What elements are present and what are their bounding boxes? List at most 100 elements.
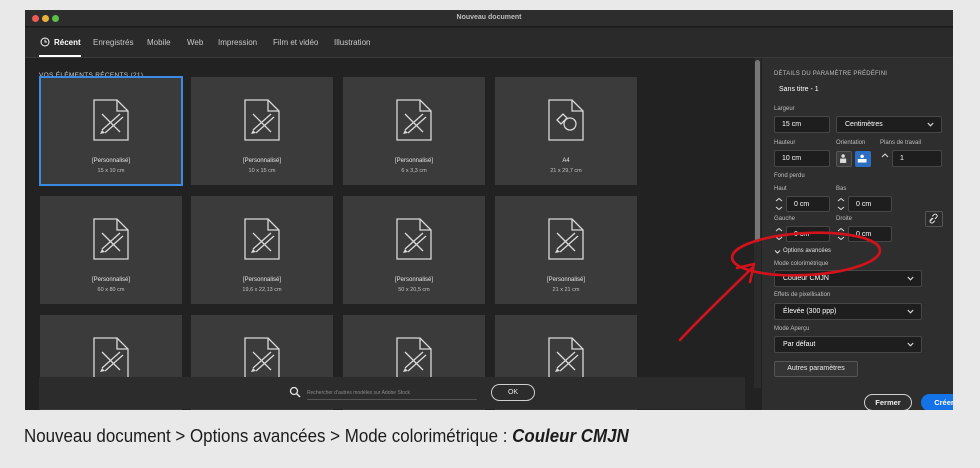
bleed-top-field[interactable]: 0 cm [786, 196, 830, 212]
custom-document-icon [244, 337, 280, 379]
stepper-arrows-icon [837, 197, 845, 211]
recent-item-name: [Personnalisé] [394, 158, 434, 164]
raster-effects-label: Effets de pixellisation [774, 292, 831, 298]
custom-document-icon [93, 99, 129, 141]
tab-mobile[interactable]: Mobile [147, 38, 171, 47]
recent-item-card[interactable]: [Personnalisé] 10 x 15 cm [191, 77, 333, 185]
bleed-top-stepper[interactable] [774, 196, 784, 212]
recent-item-size: 21 x 21 cm [552, 287, 580, 293]
custom-document-icon [244, 99, 280, 141]
recent-item-size: 50 x 20,5 cm [398, 287, 430, 293]
recent-item-name: [Personnalisé] [91, 277, 131, 283]
portrait-icon [840, 154, 847, 163]
bleed-right-stepper[interactable] [836, 226, 846, 242]
advanced-options-toggle[interactable]: Options avancées [783, 248, 831, 254]
tab-web[interactable]: Web [187, 38, 203, 47]
custom-document-icon [396, 337, 432, 379]
unit-select[interactable]: Centimètres [836, 116, 942, 133]
panel-heading: DÉTAILS DU PARAMÈTRE PRÉDÉFINI [774, 71, 888, 77]
print-document-icon [548, 99, 584, 141]
bleed-left-label: Gauche [774, 216, 796, 222]
bleed-bottom-label: Bas [836, 186, 847, 192]
stepper-arrows-icon [881, 153, 889, 158]
preset-details-panel: DÉTAILS DU PARAMÈTRE PRÉDÉFINI Sans titr… [762, 58, 953, 410]
bleed-left-stepper[interactable] [774, 226, 784, 242]
stock-search-input[interactable] [307, 386, 477, 400]
width-field[interactable]: 15 cm [774, 116, 830, 133]
recent-item-size: 15 x 10 cm [97, 168, 125, 174]
stepper-arrows-icon [837, 227, 845, 241]
color-mode-label: Mode colorimétrique [774, 261, 829, 267]
caption-emphasis: Couleur CMJN [512, 426, 629, 446]
clock-icon [40, 37, 50, 47]
search-icon [289, 386, 301, 398]
bleed-top-label: Haut [774, 186, 787, 192]
portrait-orientation-button[interactable] [836, 151, 852, 167]
link-bleed-button[interactable] [925, 211, 943, 227]
tutorial-caption: Nouveau document > Options avancées > Mo… [24, 426, 629, 447]
recent-item-size: 10 x 15 cm [248, 168, 276, 174]
chevron-down-icon [907, 276, 914, 281]
link-icon [929, 213, 938, 224]
recent-item-name: [Personnalisé] [546, 277, 586, 283]
custom-document-icon [93, 218, 129, 260]
chevron-down-icon [927, 122, 934, 127]
stepper-arrows-icon [775, 227, 783, 241]
landscape-icon [857, 154, 867, 163]
create-button[interactable]: Créer [921, 394, 953, 410]
height-field[interactable]: 10 cm [774, 150, 830, 167]
custom-document-icon [93, 337, 129, 379]
custom-document-icon [548, 218, 584, 260]
artboards-stepper[interactable] [880, 151, 890, 167]
recent-item-name: [Personnalisé] [242, 277, 282, 283]
height-label: Hauteur [774, 140, 796, 146]
landscape-orientation-button[interactable] [855, 151, 871, 167]
preview-mode-select[interactable]: Par défaut [774, 336, 922, 353]
recent-item-card[interactable]: [Personnalisé] 19,6 x 22,13 cm [191, 196, 333, 304]
window-title: Nouveau document [456, 14, 522, 21]
width-label: Largeur [774, 106, 795, 112]
recent-item-name: [Personnalisé] [394, 277, 434, 283]
custom-document-icon [396, 218, 432, 260]
title-bar: Nouveau document [25, 10, 953, 27]
recent-item-card[interactable]: [Personnalisé] 21 x 21 cm [495, 196, 637, 304]
raster-effects-select[interactable]: Élevée (300 ppp) [774, 303, 922, 320]
bleed-right-label: Droite [836, 216, 853, 222]
tab-saved[interactable]: Enregistrés [93, 38, 133, 47]
recent-item-name: A4 [562, 158, 570, 164]
tab-illustration[interactable]: Illustration [334, 38, 370, 47]
bleed-bottom-stepper[interactable] [836, 196, 846, 212]
bleed-bottom-field[interactable]: 0 cm [848, 196, 892, 212]
recent-item-name: [Personnalisé] [91, 158, 131, 164]
recent-item-card[interactable]: [Personnalisé] 60 x 80 cm [40, 196, 182, 304]
recent-item-card[interactable]: [Personnalisé] 50 x 20,5 cm [343, 196, 485, 304]
custom-document-icon [548, 337, 584, 379]
caption-path: Nouveau document > Options avancées > Mo… [24, 426, 513, 446]
color-mode-select[interactable]: Couleur CMJN [774, 270, 922, 287]
bleed-right-field[interactable]: 0 cm [848, 226, 892, 242]
bleed-label: Fond perdu [774, 173, 805, 179]
preview-mode-label: Mode Aperçu [774, 326, 810, 332]
document-name[interactable]: Sans titre - 1 [779, 86, 819, 93]
tab-recent[interactable]: Récent [54, 38, 81, 47]
recent-item-card[interactable]: [Personnalisé] 6 x 3,3 cm [343, 77, 485, 185]
recent-item-card[interactable]: [Personnalisé] 15 x 10 cm [39, 76, 183, 186]
chevron-down-icon [774, 250, 781, 254]
close-button[interactable]: Fermer [864, 394, 912, 410]
recent-item-size: 60 x 80 cm [97, 287, 125, 293]
new-document-dialog: Nouveau document Récent Enregistrés Mobi… [25, 10, 953, 410]
tab-film-video[interactable]: Film et vidéo [273, 38, 318, 47]
scrollbar-thumb[interactable] [755, 60, 760, 242]
tab-print[interactable]: Impression [218, 38, 257, 47]
chevron-down-icon [907, 309, 914, 314]
active-tab-indicator [39, 55, 81, 57]
ok-button[interactable]: OK [491, 384, 535, 401]
artboards-label: Plans de travail [880, 140, 922, 146]
recent-item-card[interactable]: A4 21 x 29,7 cm [495, 77, 637, 185]
custom-document-icon [396, 99, 432, 141]
more-settings-button[interactable]: Autres paramètres [774, 361, 858, 377]
bleed-left-field[interactable]: 0 cm [786, 226, 830, 242]
stepper-arrows-icon [775, 197, 783, 211]
custom-document-icon [244, 218, 280, 260]
artboards-field[interactable]: 1 [892, 150, 942, 167]
